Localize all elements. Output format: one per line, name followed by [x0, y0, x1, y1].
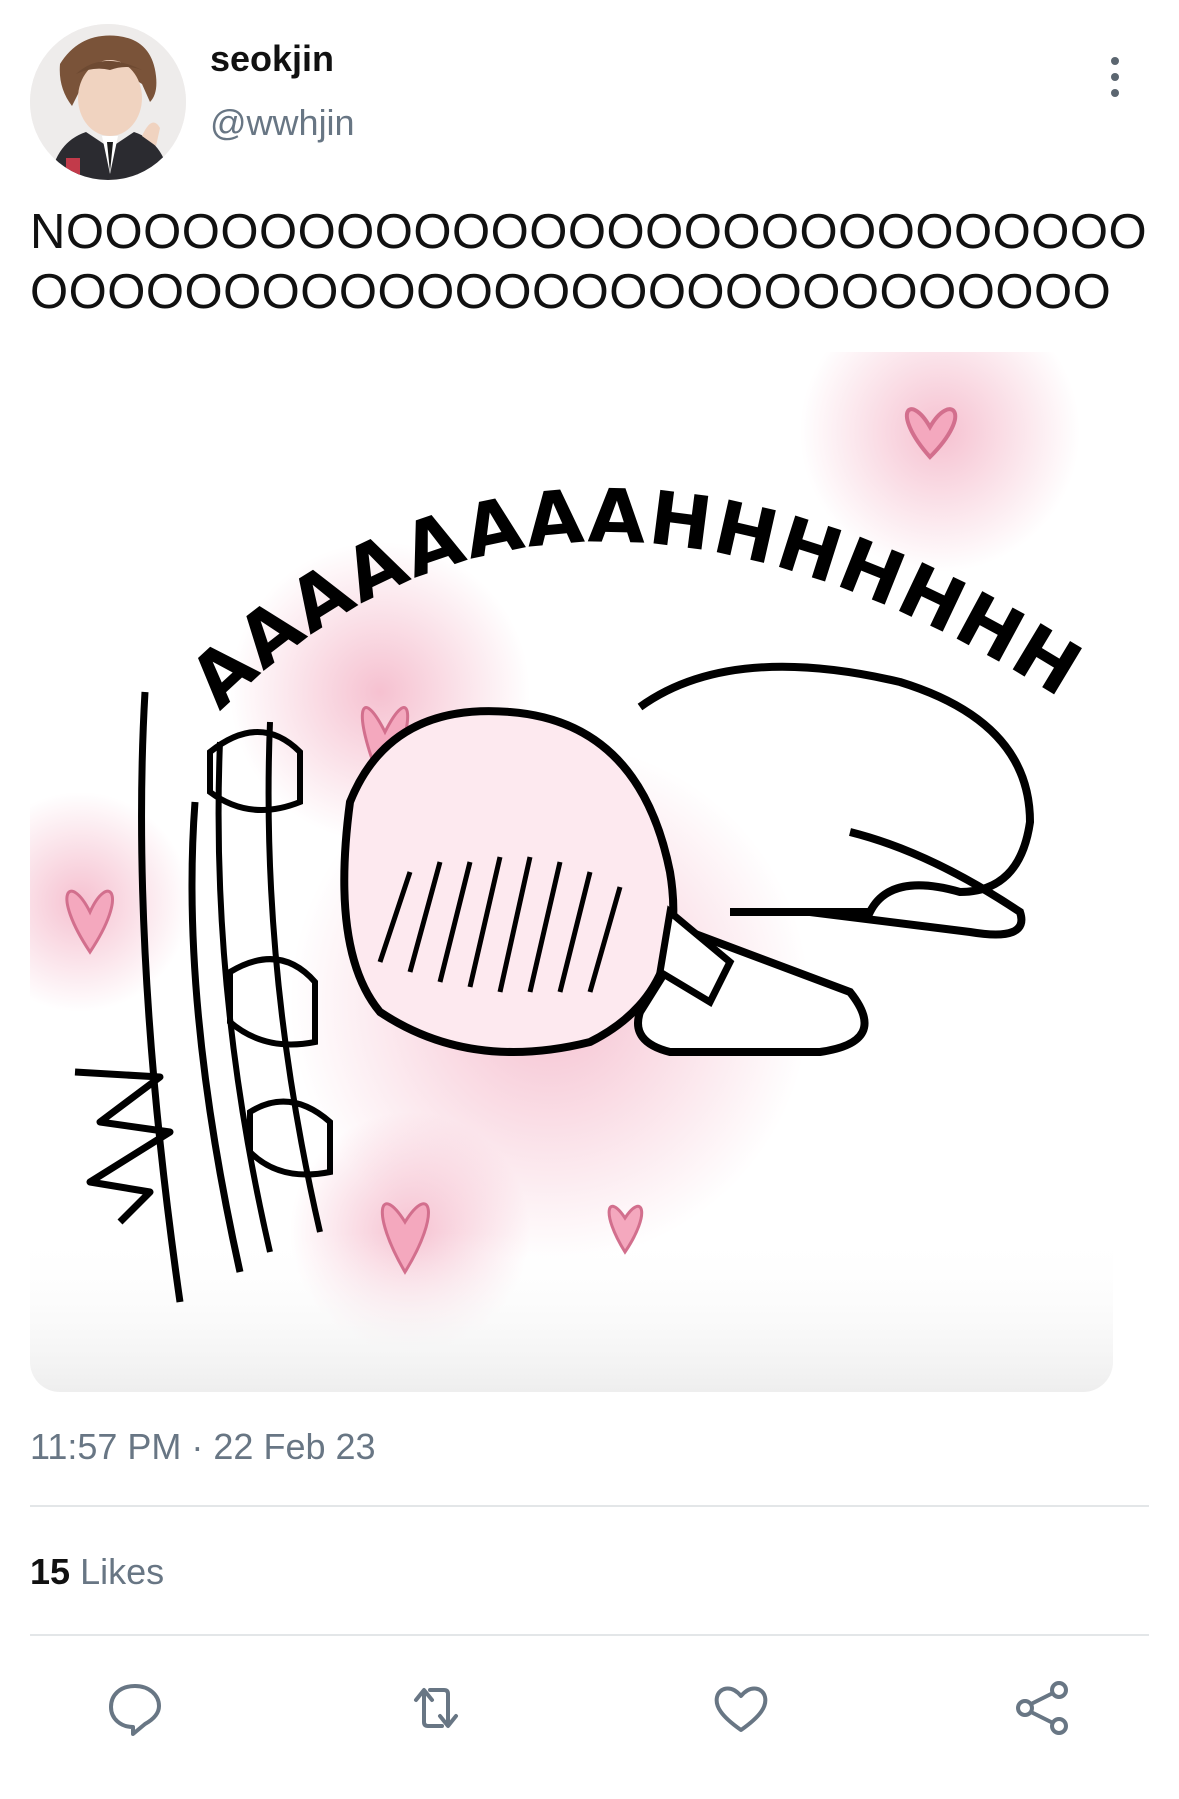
profile-photo — [30, 24, 186, 180]
reply-button[interactable] — [103, 1676, 167, 1740]
like-button[interactable] — [709, 1676, 773, 1740]
tweet-text: NOOOOOOOOOOOOOOOOOOOOOOOOOOOOOOOOOOOOOOO… — [30, 205, 1148, 319]
likes-label: Likes — [80, 1551, 165, 1592]
retweet-button[interactable] — [404, 1676, 468, 1740]
divider — [30, 1505, 1149, 1507]
tweet-image[interactable]: AAAAAAAAHHHHHHHHH — [30, 352, 1113, 1392]
retweet-icon — [414, 1688, 458, 1728]
reply-icon — [109, 1684, 161, 1736]
share-button[interactable] — [1011, 1676, 1075, 1740]
meme-illustration: AAAAAAAAHHHHHHHHH — [30, 352, 1113, 1392]
avatar[interactable] — [30, 24, 186, 180]
share-icon — [1016, 1681, 1068, 1735]
heart-icon — [714, 1686, 768, 1732]
tweet-timestamp: 11:57 PM · 22 Feb 23 — [30, 1426, 376, 1467]
likes-count[interactable]: 15 Likes — [30, 1551, 164, 1593]
display-name[interactable]: seokjin — [210, 38, 334, 80]
divider — [30, 1634, 1149, 1636]
more-options-icon[interactable] — [1098, 52, 1132, 102]
likes-number: 15 — [30, 1551, 71, 1592]
user-handle[interactable]: @wwhjin — [210, 102, 355, 144]
